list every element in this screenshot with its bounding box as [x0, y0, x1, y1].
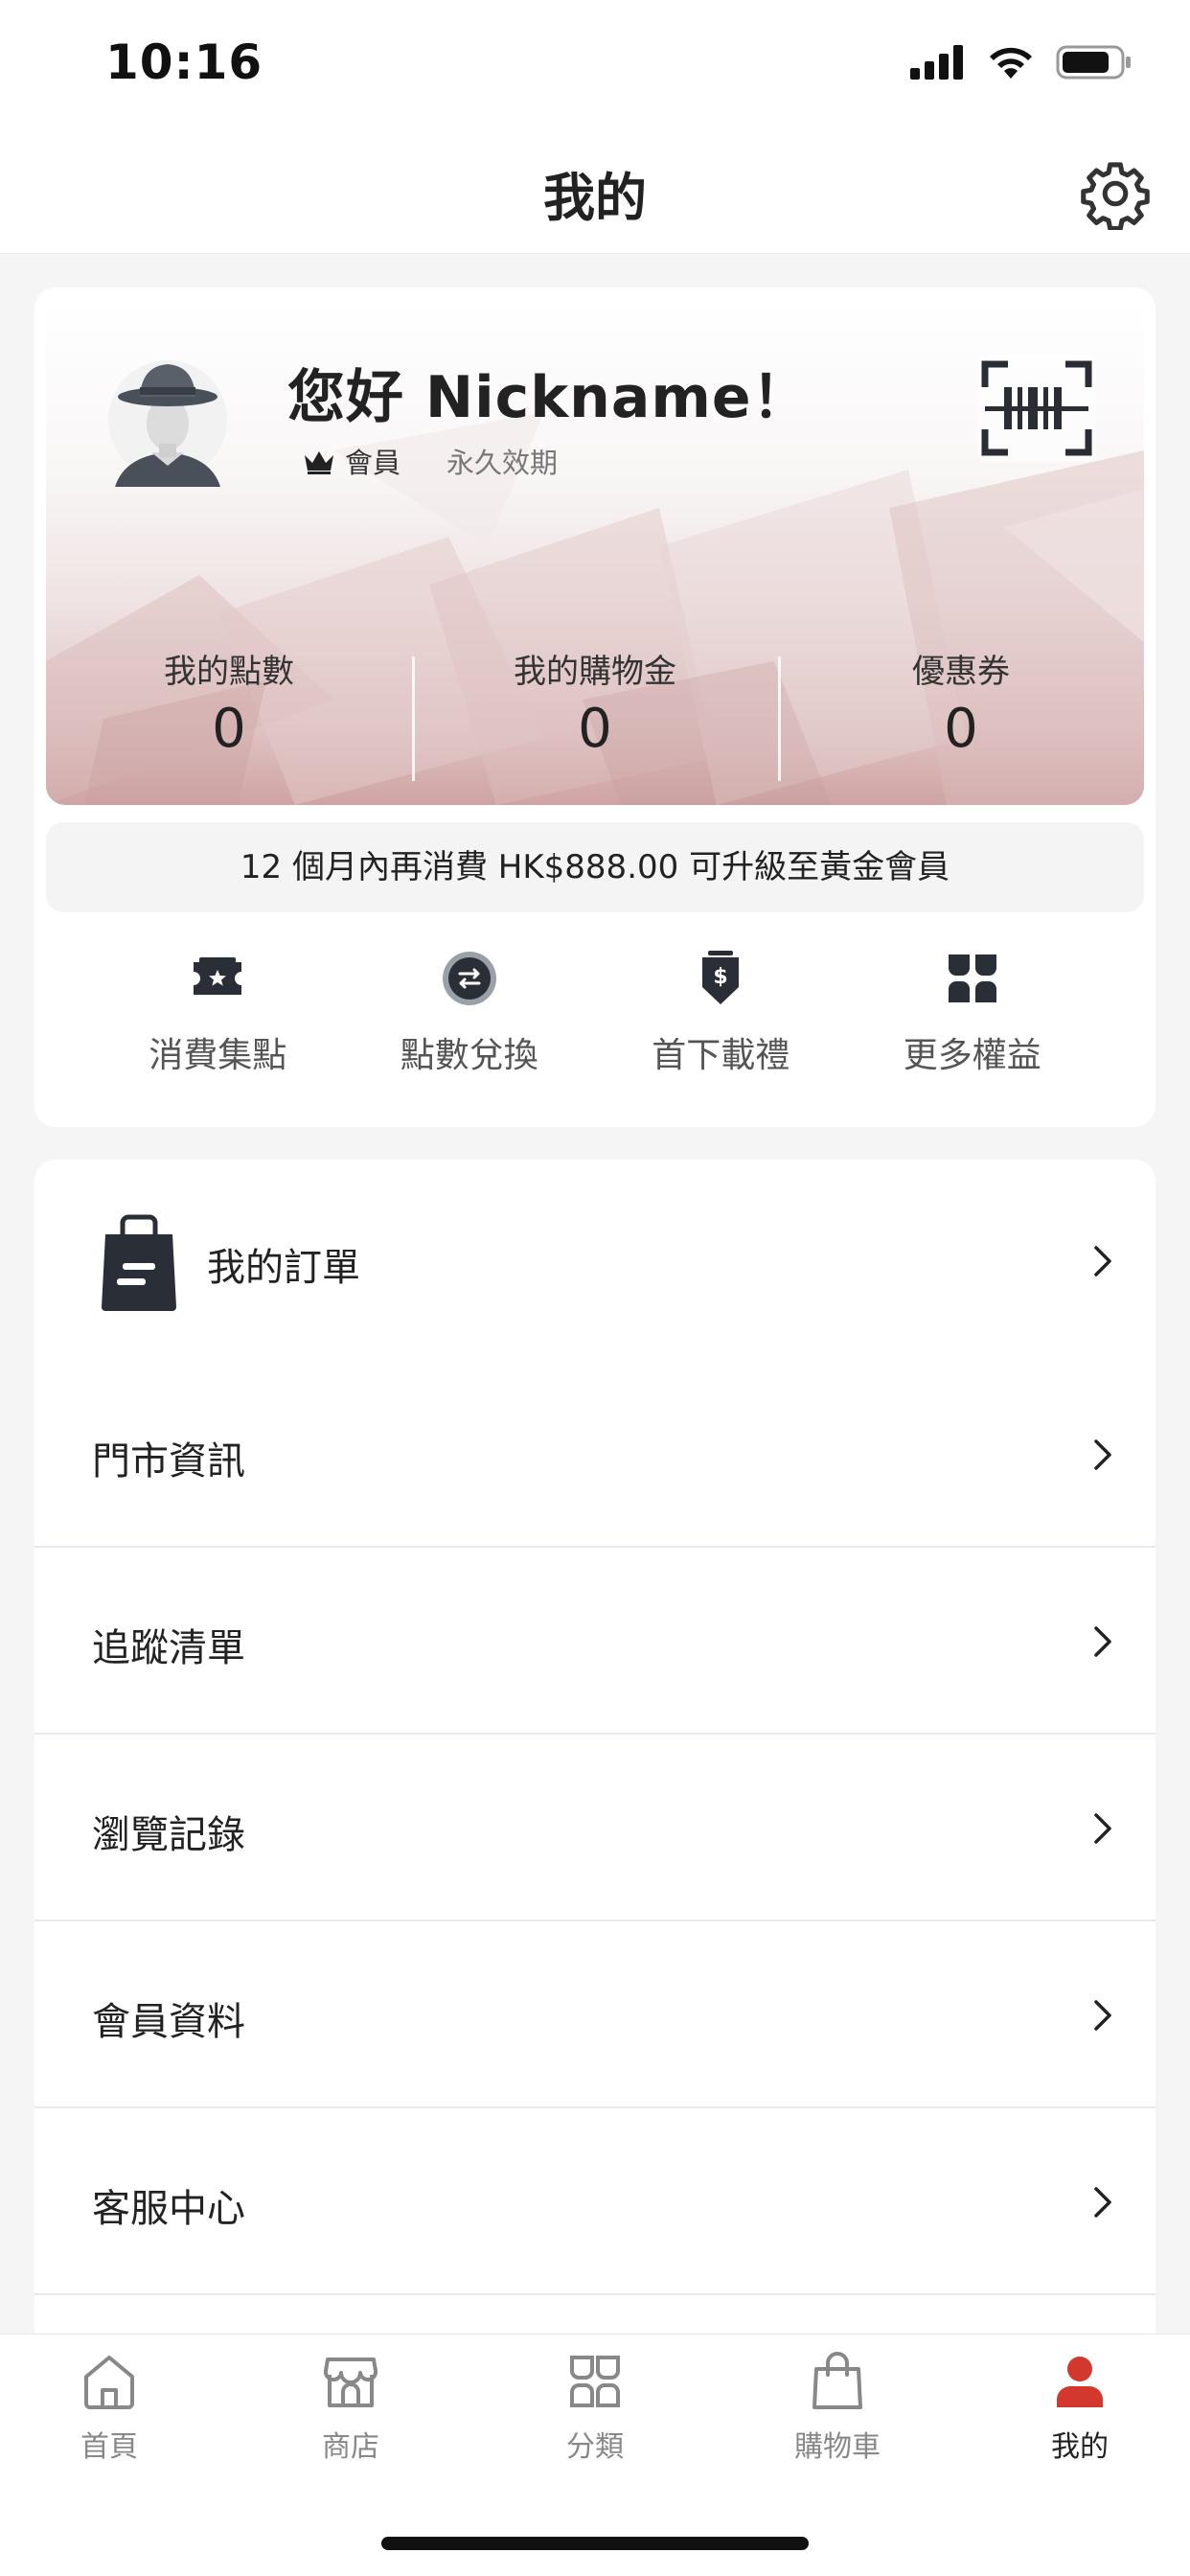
- menu-label: 瀏覽記錄: [92, 1813, 245, 1857]
- benefit-label: 點數兌換: [400, 1036, 538, 1075]
- menu-label: 門市資訊: [92, 1439, 245, 1484]
- shopping-bag-icon: [812, 2352, 862, 2409]
- stat-coupons[interactable]: 優惠券 0: [778, 637, 1144, 781]
- menu-label: 追蹤清單: [92, 1626, 245, 1670]
- more-grid-icon: [948, 954, 996, 1002]
- member-card-header: 您好 Nickname！ 會員 永久效期 我的點數 0 我的購物金 0 優惠券 …: [46, 297, 1144, 805]
- tab-label: 分類: [566, 2430, 624, 2464]
- gear-icon: [1081, 162, 1150, 231]
- tab-label: 首頁: [80, 2430, 138, 2464]
- menu-item-orders[interactable]: 我的訂單: [34, 1160, 1156, 1361]
- upgrade-banner: 12 個月內再消費 HK$888.00 可升級至黃金會員: [46, 822, 1144, 912]
- benefits-row: 消費集點 點數兌換 $ 首下載禮 更多權益: [34, 949, 1156, 1102]
- wifi-icon: [990, 47, 1032, 79]
- benefit-label: 更多權益: [903, 1036, 1041, 1075]
- menu-label: 我的訂單: [207, 1246, 360, 1290]
- stat-value: 0: [944, 698, 978, 760]
- member-card: 您好 Nickname！ 會員 永久效期 我的點數 0 我的購物金 0 優惠券 …: [34, 288, 1156, 1127]
- stat-shopping-credit[interactable]: 我的購物金 0: [412, 637, 778, 781]
- member-validity: 永久效期: [446, 447, 559, 479]
- cellular-signal-icon: [910, 45, 963, 80]
- menu-item-browsing-history[interactable]: 瀏覽記錄: [34, 1735, 1156, 1921]
- stat-value: 0: [578, 698, 612, 760]
- home-icon: [84, 2356, 134, 2409]
- store-icon: [323, 2358, 378, 2407]
- crown-icon: [305, 451, 333, 474]
- profile-icon: [1057, 2357, 1103, 2407]
- benefit-more[interactable]: 更多權益: [847, 949, 1099, 1102]
- menu-label: 會員資料: [92, 2000, 245, 2044]
- stat-value: 0: [212, 698, 246, 760]
- nav-bar: 我的: [0, 134, 1190, 254]
- benefit-download-gift[interactable]: $ 首下載禮: [595, 949, 847, 1102]
- tab-home[interactable]: 首頁: [13, 2352, 205, 2465]
- ticket-star-icon: [194, 957, 242, 995]
- svg-text:$: $: [714, 965, 728, 989]
- shopping-bag-icon: [102, 1214, 176, 1311]
- menu-item-store-info[interactable]: 門市資訊: [34, 1361, 1156, 1548]
- member-badge-row: 會員 永久效期: [303, 441, 558, 481]
- tab-label: 我的: [1051, 2430, 1109, 2464]
- member-tier: 會員: [345, 447, 401, 479]
- tab-store[interactable]: 商店: [255, 2352, 446, 2465]
- home-indicator: [381, 2537, 809, 2550]
- menu-item-customer-service[interactable]: 客服中心: [34, 2108, 1156, 2295]
- chevron-right-icon: [1094, 1246, 1111, 1276]
- tab-profile[interactable]: 我的: [984, 2352, 1176, 2465]
- stat-label: 我的購物金: [514, 653, 676, 691]
- chevron-right-icon: [1094, 1439, 1111, 1470]
- page-title: 我的: [543, 168, 647, 228]
- stat-label: 我的點數: [164, 653, 294, 691]
- status-icons: [910, 44, 1133, 80]
- benefit-earn-points[interactable]: 消費集點: [92, 949, 344, 1102]
- tab-label: 購物車: [794, 2430, 881, 2464]
- benefit-redeem-points[interactable]: 點數兌換: [344, 949, 596, 1102]
- category-icon: [570, 2356, 620, 2407]
- avatar-icon: [108, 360, 227, 487]
- status-time: 10:16: [105, 34, 263, 90]
- member-stats: 我的點數 0 我的購物金 0 優惠券 0: [46, 637, 1144, 781]
- battery-icon: [1056, 45, 1131, 80]
- member-barcode-button[interactable]: [977, 355, 1096, 462]
- stat-points[interactable]: 我的點數 0: [46, 637, 412, 781]
- tab-categories[interactable]: 分類: [499, 2352, 691, 2465]
- tab-label: 商店: [322, 2430, 379, 2464]
- exchange-icon: [442, 952, 496, 1005]
- dollar-gift-icon: $: [702, 951, 740, 1004]
- settings-button[interactable]: [1079, 157, 1152, 231]
- status-bar: 10:16: [0, 0, 1190, 134]
- barcode-scan-icon: [977, 355, 1096, 462]
- tab-cart[interactable]: 購物車: [742, 2352, 933, 2465]
- benefit-label: 首下載禮: [652, 1036, 790, 1075]
- chevron-right-icon: [1094, 1813, 1111, 1844]
- menu-item-member-profile[interactable]: 會員資料: [34, 1921, 1156, 2108]
- stat-label: 優惠券: [912, 653, 1010, 691]
- menu-item-watchlist[interactable]: 追蹤清單: [34, 1548, 1156, 1735]
- greeting-text: 您好 Nickname！: [287, 364, 811, 431]
- chevron-right-icon: [1094, 2187, 1111, 2218]
- chevron-right-icon: [1094, 1626, 1111, 1657]
- menu-card: 我的訂單 門市資訊 追蹤清單 瀏覽記錄 會員資料 客服中心: [34, 1160, 1156, 2358]
- benefit-label: 消費集點: [149, 1036, 287, 1075]
- chevron-right-icon: [1094, 2000, 1111, 2031]
- menu-label: 客服中心: [92, 2187, 245, 2231]
- avatar[interactable]: [105, 353, 230, 496]
